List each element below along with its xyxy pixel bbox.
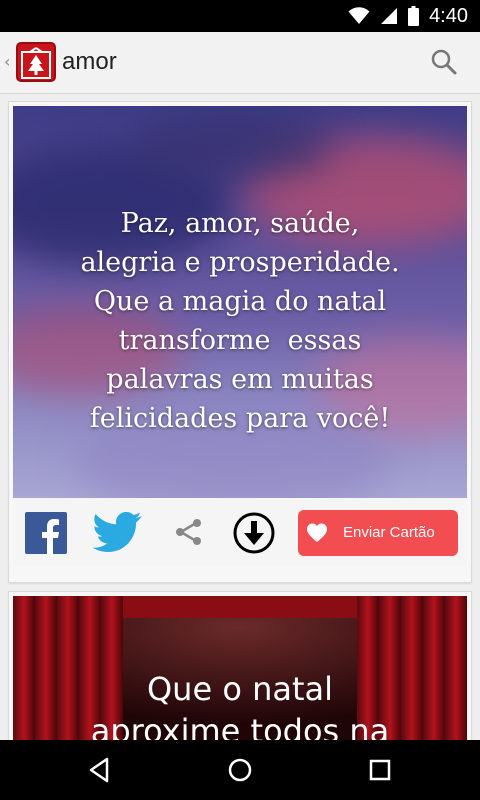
status-icons: 4:40	[348, 0, 468, 32]
message-line: Que a magia do natal	[93, 286, 387, 317]
message-line: palavras em muitas	[106, 364, 374, 395]
gift-tree-icon	[21, 47, 51, 79]
message-line: transforme essas	[118, 325, 362, 356]
back-icon[interactable]	[85, 755, 115, 785]
heart-icon	[307, 523, 327, 542]
wifi-icon	[348, 7, 370, 24]
card-message: Que o natal aproxime todos na	[13, 668, 467, 740]
message-line: Paz, amor, saúde,	[120, 208, 360, 239]
recents-icon[interactable]	[365, 755, 395, 785]
twitter-bird-icon	[93, 512, 142, 552]
signal-icon	[381, 8, 398, 24]
up-navigation-icon[interactable]: ‹	[4, 52, 10, 71]
card-feed[interactable]: Paz, amor, saúde, alegria e prosperidade…	[0, 95, 480, 740]
navigation-bar	[0, 740, 480, 800]
status-time: 4:40	[429, 4, 468, 27]
app-logo-icon[interactable]	[16, 42, 56, 82]
facebook-share-button[interactable]	[25, 512, 67, 554]
card: Paz, amor, saúde, alegria e prosperidade…	[8, 101, 472, 583]
facebook-icon	[42, 519, 59, 554]
home-icon[interactable]	[225, 755, 255, 785]
twitter-share-button[interactable]	[93, 510, 143, 554]
card-actions: Enviar Cartão	[13, 498, 467, 566]
cloud-shape	[133, 111, 333, 181]
status-bar: 4:40	[0, 0, 480, 32]
card-image[interactable]: Que o natal aproxime todos na	[13, 596, 467, 740]
page-title: amor	[62, 48, 117, 75]
card: Que o natal aproxime todos na	[8, 591, 472, 740]
message-line: alegria e prosperidade.	[80, 247, 400, 278]
card-message: Paz, amor, saúde, alegria e prosperidade…	[13, 204, 467, 438]
action-bar: ‹ amor	[0, 32, 480, 94]
send-card-button[interactable]: Enviar Cartão	[298, 510, 458, 556]
message-line: aproxime todos na	[90, 712, 390, 740]
message-line: felicidades para você!	[89, 403, 391, 434]
message-line: Que o natal	[146, 670, 333, 708]
search-icon[interactable]	[428, 46, 460, 78]
card-image[interactable]: Paz, amor, saúde, alegria e prosperidade…	[13, 106, 467, 498]
download-icon[interactable]	[233, 512, 275, 554]
battery-icon	[408, 6, 420, 26]
send-card-label: Enviar Cartão	[343, 524, 435, 541]
share-icon[interactable]	[173, 516, 205, 548]
